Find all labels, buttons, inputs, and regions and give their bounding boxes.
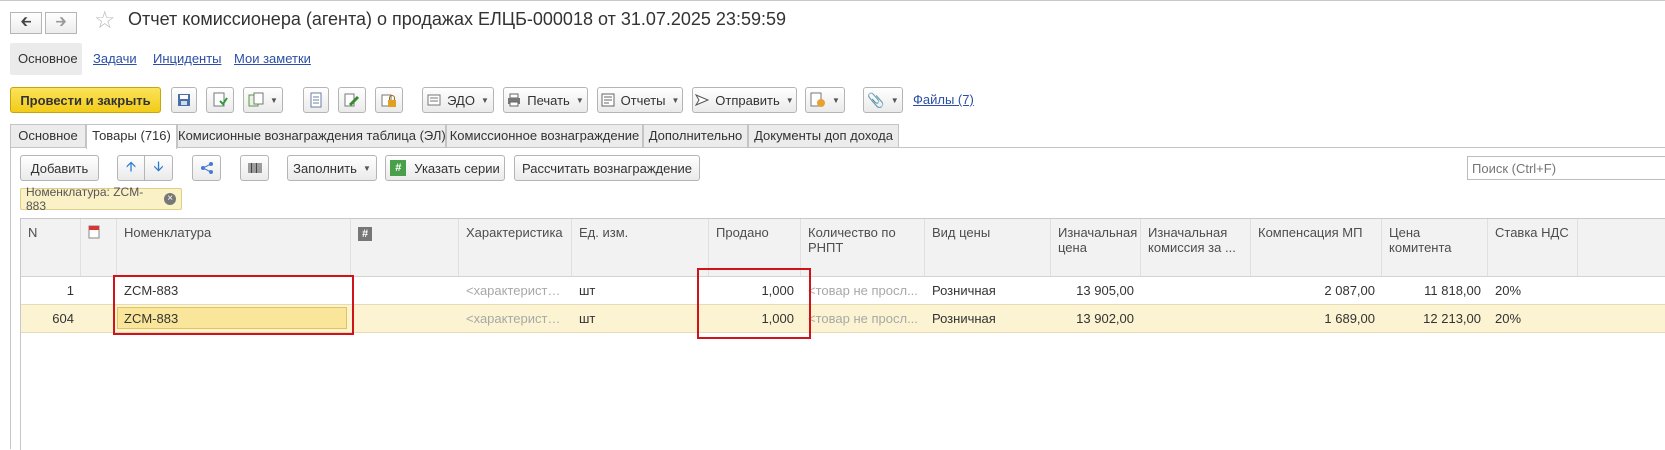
reports-button[interactable]: Отчеты ▼ bbox=[597, 87, 683, 113]
col-vat-rate[interactable]: Ставка НДС bbox=[1488, 219, 1578, 276]
page-title: Отчет комиссионера (агента) о продажах Е… bbox=[128, 9, 786, 29]
row-unit[interactable]: шт bbox=[572, 277, 709, 304]
save-button[interactable] bbox=[171, 87, 197, 113]
barcode-button[interactable] bbox=[240, 155, 269, 181]
journal-button[interactable] bbox=[303, 87, 329, 113]
row-principal-price[interactable]: 11 818,00 bbox=[1382, 277, 1488, 304]
arrow-left-icon: 🡰 bbox=[20, 13, 32, 29]
edo-icon bbox=[427, 94, 441, 106]
document-post-icon bbox=[213, 92, 228, 107]
share-icon bbox=[200, 162, 213, 174]
move-down-button[interactable]: 🡫 bbox=[144, 155, 173, 181]
col-hash[interactable]: # bbox=[351, 219, 459, 276]
tab-goods[interactable]: Товары (716) bbox=[86, 124, 177, 149]
arrow-down-icon: 🡫 bbox=[153, 158, 164, 174]
col-initial-commission[interactable]: Изначальная комиссия за ... bbox=[1141, 219, 1251, 276]
send-button[interactable]: Отправить ▼ bbox=[692, 87, 797, 113]
row-n: 1 bbox=[66, 283, 74, 298]
col-unit[interactable]: Ед. изм. bbox=[572, 219, 709, 276]
fill-button[interactable]: Заполнить ▼ bbox=[287, 155, 377, 181]
lock-icon bbox=[381, 94, 396, 107]
document-status-icon bbox=[810, 92, 826, 107]
tabs-divider bbox=[10, 147, 1665, 148]
row-vat-rate[interactable]: 20% bbox=[1488, 277, 1578, 304]
row-vat-rate[interactable]: 20% bbox=[1488, 305, 1578, 332]
move-up-button[interactable]: 🡩 bbox=[117, 155, 145, 181]
files-link[interactable]: Файлы (7) bbox=[913, 92, 974, 107]
paperclip-icon: 📎 bbox=[867, 91, 885, 108]
report-icon bbox=[601, 93, 615, 107]
row-initial-commission[interactable] bbox=[1141, 305, 1251, 332]
tab-commission[interactable]: Комиссионное вознаграждение bbox=[446, 124, 643, 148]
window-top-border bbox=[0, 0, 1665, 1]
create-based-icon bbox=[248, 92, 264, 107]
highlight-box-sold bbox=[697, 268, 811, 339]
post-and-close-button[interactable]: Провести и закрыть bbox=[10, 87, 161, 113]
subtab-notes[interactable]: Мои заметки bbox=[234, 47, 311, 71]
attachments-button[interactable]: 📎 ▼ bbox=[863, 87, 903, 113]
row-initial-commission[interactable] bbox=[1141, 277, 1251, 304]
col-status[interactable] bbox=[81, 219, 117, 276]
row-principal-price[interactable]: 12 213,00 bbox=[1382, 305, 1488, 332]
row-characteristic[interactable]: <характеристи... bbox=[459, 277, 572, 304]
row-qty-rnpt[interactable]: <товар не просл... bbox=[801, 277, 925, 304]
row-initial-price[interactable]: 13 902,00 bbox=[1051, 305, 1141, 332]
col-characteristic[interactable]: Характеристика bbox=[459, 219, 572, 276]
highlight-box-nomenclature bbox=[113, 275, 354, 335]
calc-commission-button[interactable]: Рассчитать вознаграждение bbox=[514, 155, 700, 181]
send-icon bbox=[695, 94, 710, 106]
row-qty-rnpt[interactable]: <товар не просл... bbox=[801, 305, 925, 332]
row-price-type[interactable]: Розничная bbox=[925, 305, 1051, 332]
tab-main[interactable]: Основное bbox=[10, 124, 86, 148]
pencil-icon bbox=[344, 93, 360, 107]
table-header: N Номенклатура # Характеристика Ед. изм.… bbox=[21, 219, 1665, 277]
row-unit[interactable]: шт bbox=[572, 305, 709, 332]
post-button[interactable] bbox=[206, 87, 234, 113]
row-n: 604 bbox=[52, 311, 74, 326]
printer-icon bbox=[508, 93, 521, 107]
favorite-star-icon[interactable]: ☆ bbox=[94, 7, 116, 35]
save-icon bbox=[178, 94, 190, 106]
tab-additional[interactable]: Дополнительно bbox=[643, 124, 748, 148]
row-compensation[interactable]: 2 087,00 bbox=[1251, 277, 1382, 304]
col-nomenclature[interactable]: Номенклатура bbox=[117, 219, 351, 276]
edit-button[interactable] bbox=[338, 87, 366, 113]
arrow-right-icon: 🡲 bbox=[55, 13, 67, 29]
row-characteristic[interactable]: <характеристи... bbox=[459, 305, 572, 332]
add-button[interactable]: Добавить bbox=[20, 155, 99, 181]
row-initial-price[interactable]: 13 905,00 bbox=[1051, 277, 1141, 304]
tab-commission-table[interactable]: Комисионные вознаграждения таблица (ЭЛ) bbox=[177, 124, 446, 148]
col-qty-rnpt[interactable]: Количество по РНПТ bbox=[801, 219, 925, 276]
specify-series-button[interactable]: # Указать серии bbox=[385, 155, 505, 181]
barcode-icon bbox=[248, 163, 261, 173]
subtab-incidents[interactable]: Инциденты bbox=[153, 47, 222, 71]
col-price-type[interactable]: Вид цены bbox=[925, 219, 1051, 276]
hash-icon: # bbox=[358, 227, 372, 241]
panel-border bbox=[10, 147, 11, 449]
arrow-up-icon: 🡩 bbox=[125, 158, 137, 174]
edo-button[interactable]: ЭДО ▼ bbox=[422, 87, 494, 113]
col-principal-price[interactable]: Цена комитента bbox=[1382, 219, 1488, 276]
row-compensation[interactable]: 1 689,00 bbox=[1251, 305, 1382, 332]
lock-button[interactable] bbox=[375, 87, 403, 113]
document-red-icon bbox=[88, 225, 100, 239]
col-initial-price[interactable]: Изначальная цена bbox=[1051, 219, 1141, 276]
row-price-type[interactable]: Розничная bbox=[925, 277, 1051, 304]
tab-extra-income-docs[interactable]: Документы доп дохода bbox=[748, 124, 899, 148]
subtab-main[interactable]: Основное bbox=[18, 47, 78, 71]
split-button[interactable] bbox=[192, 155, 221, 181]
hash-green-icon: # bbox=[390, 160, 407, 176]
search-input[interactable] bbox=[1467, 156, 1665, 180]
print-button[interactable]: Печать ▼ bbox=[503, 87, 588, 113]
col-n[interactable]: N bbox=[21, 219, 81, 276]
create-based-on-button[interactable]: ▼ bbox=[243, 87, 283, 113]
attach-docs-button[interactable]: ▼ bbox=[805, 87, 845, 113]
forward-button[interactable]: 🡲 bbox=[45, 12, 77, 34]
col-compensation[interactable]: Компенсация МП bbox=[1251, 219, 1382, 276]
clear-filter-icon[interactable]: × bbox=[164, 193, 176, 205]
subtab-tasks[interactable]: Задачи bbox=[93, 47, 137, 71]
list-icon bbox=[310, 92, 322, 108]
back-button[interactable]: 🡰 bbox=[10, 12, 42, 34]
filter-chip[interactable]: Номенклатура: ZCM-883 × bbox=[20, 185, 182, 213]
